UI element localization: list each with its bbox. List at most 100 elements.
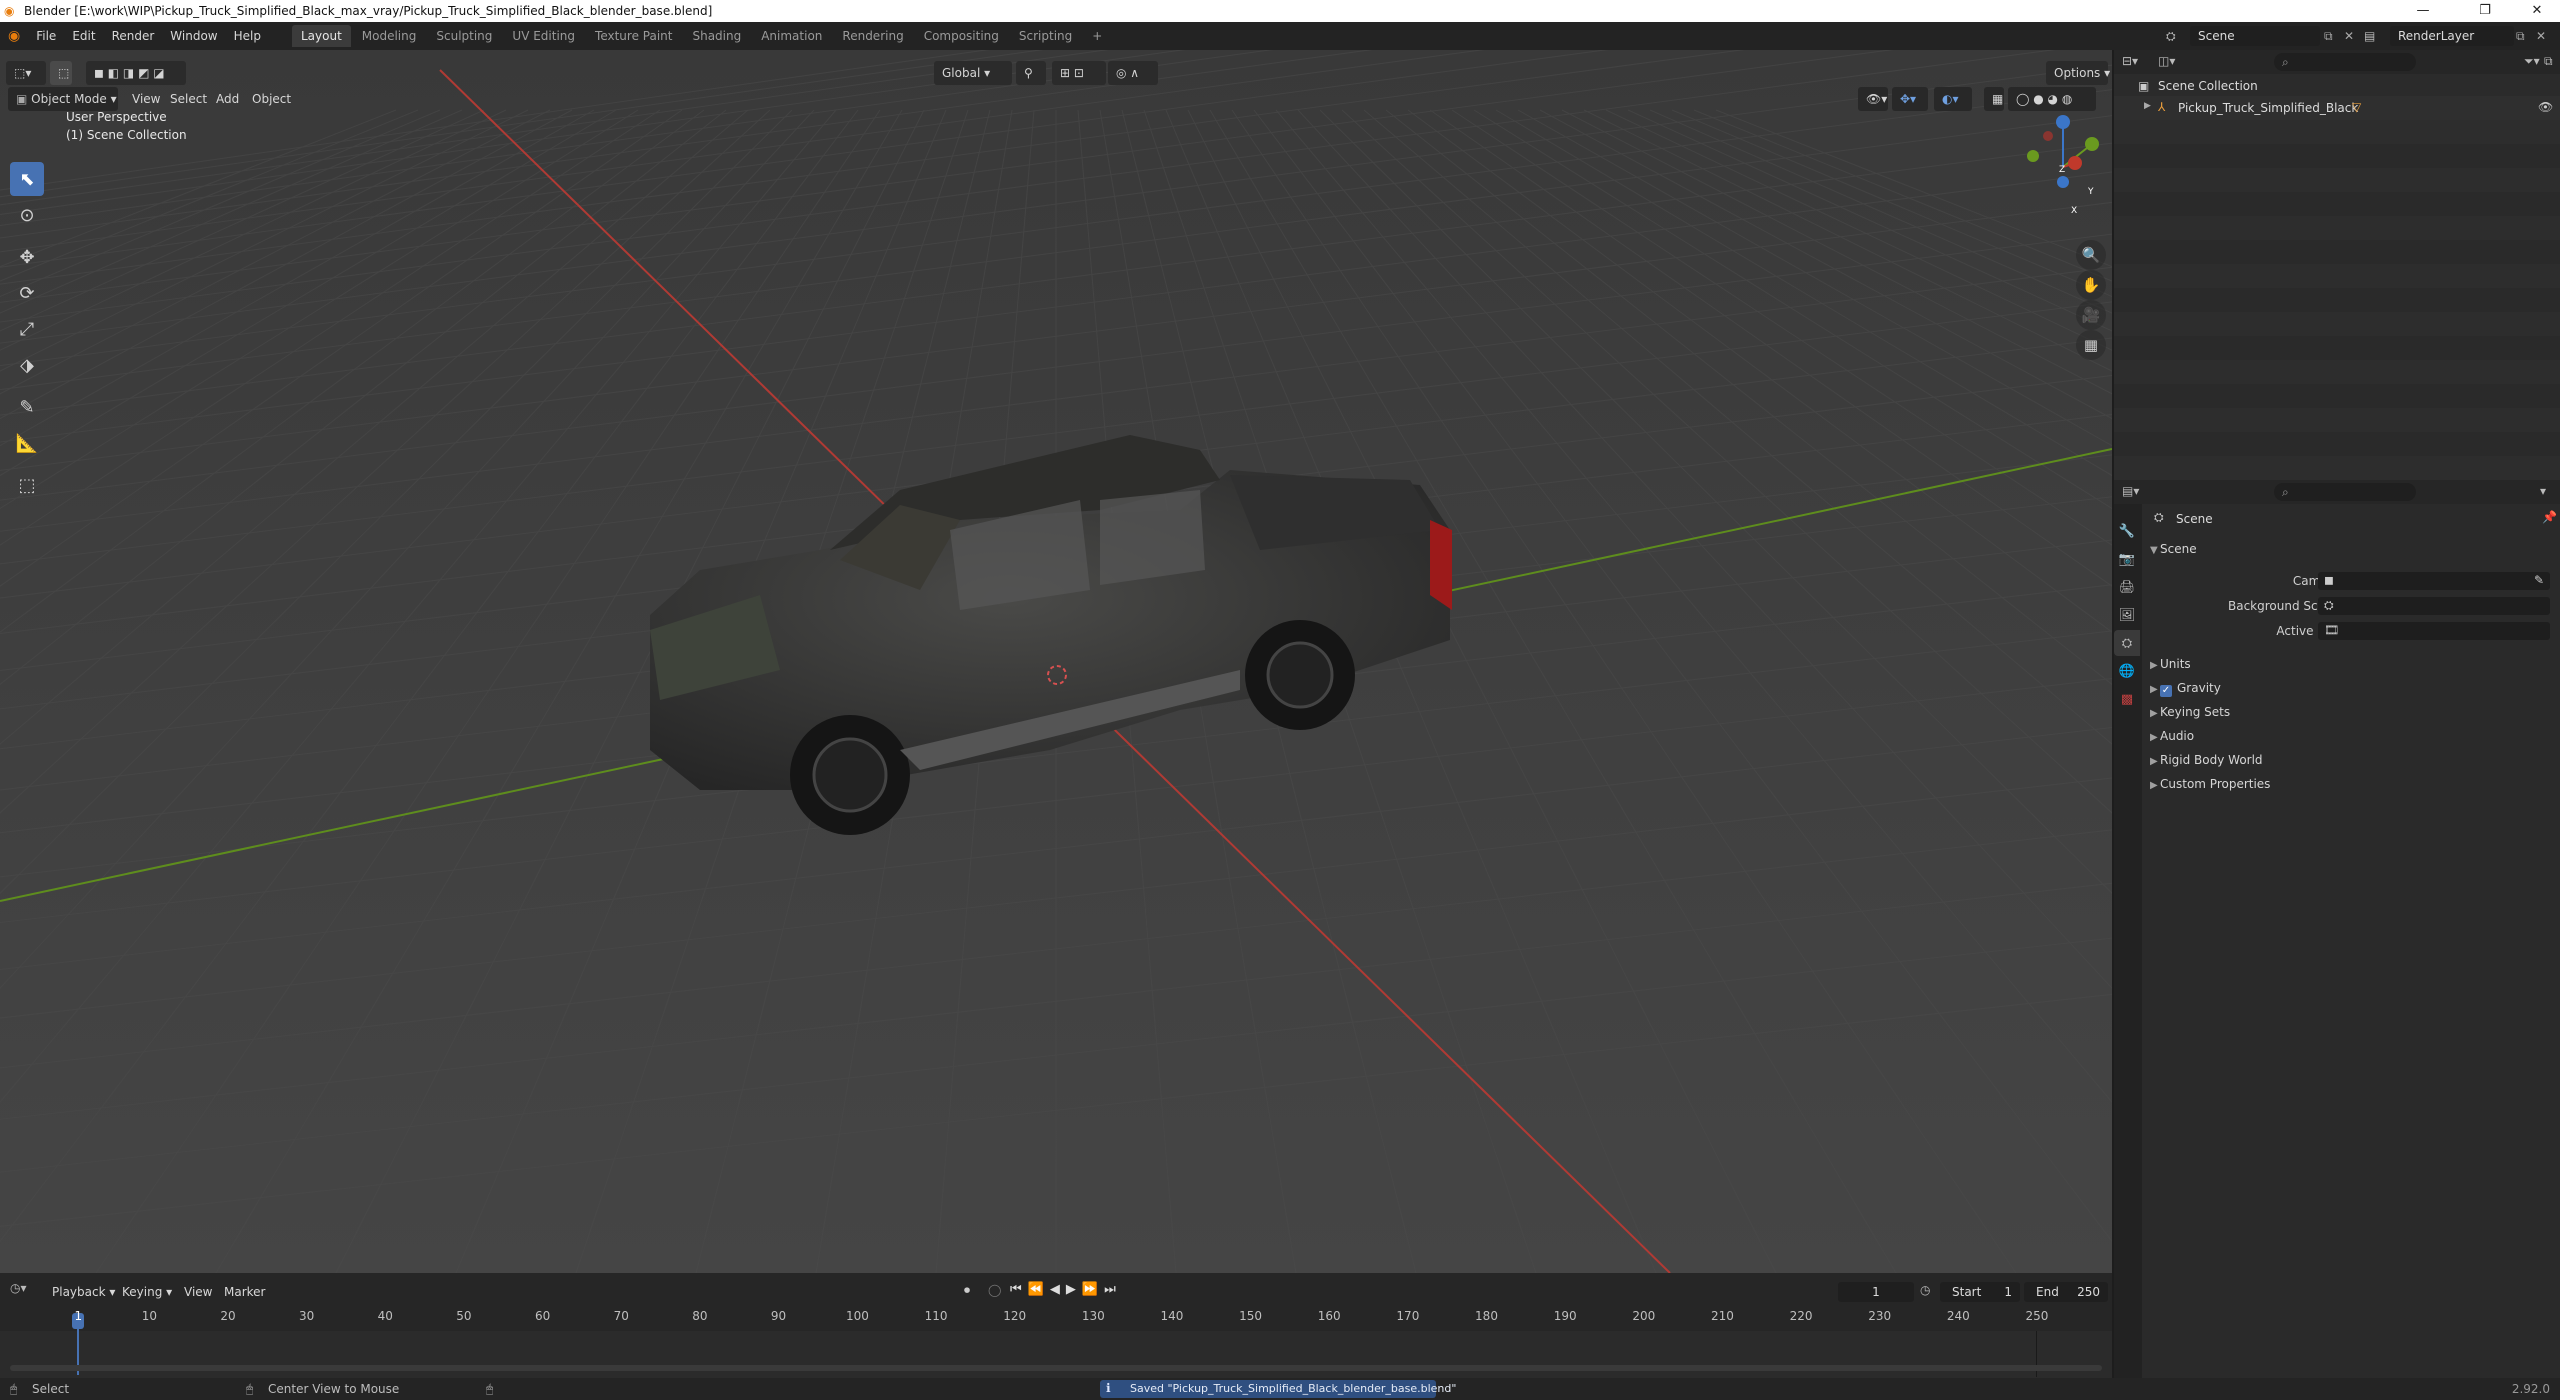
timeline-editor-type-icon[interactable]: ◷▾: [10, 1281, 27, 1295]
pan-hand-icon[interactable]: ✋: [2076, 270, 2106, 300]
tab-sculpting[interactable]: Sculpting: [427, 25, 501, 47]
playback-controls[interactable]: ⏮⏪◀▶⏩⏭: [1010, 1282, 1122, 1297]
start-frame-field[interactable]: Start 1: [1940, 1282, 2020, 1302]
custom-properties-panel-header[interactable]: ▶ Custom Properties: [2150, 777, 2270, 791]
timeline-menu-keying[interactable]: Keying ▾: [114, 1278, 180, 1306]
gravity-panel-header[interactable]: ▶ ✓ Gravity: [2150, 681, 2221, 697]
record-keyframe-icon[interactable]: ⏺: [964, 1283, 970, 1298]
timeline-scrollbar[interactable]: [10, 1365, 2102, 1371]
units-panel-header[interactable]: ▶ Units: [2150, 657, 2191, 671]
minimize-button[interactable]: —: [2400, 0, 2446, 22]
editor-type-icon[interactable]: ⬚▾: [6, 61, 46, 85]
outliner-search-input[interactable]: ⌕: [2274, 53, 2416, 71]
perspective-grid-icon[interactable]: ▦: [2076, 330, 2106, 360]
add-workspace-button[interactable]: +: [1083, 25, 1111, 47]
render-tab-icon[interactable]: 📷: [2114, 546, 2140, 572]
report-message[interactable]: ℹ Saved "Pickup_Truck_Simplified_Black_b…: [1100, 1380, 1456, 1398]
delete-scene-icon[interactable]: ✕: [2344, 26, 2362, 46]
tab-layout[interactable]: Layout: [291, 25, 351, 47]
visibility-eye-icon[interactable]: 👁: [2538, 100, 2553, 114]
tab-modeling[interactable]: Modeling: [353, 25, 426, 47]
move-tool-icon[interactable]: ✥: [10, 240, 44, 274]
menu-window[interactable]: Window: [162, 22, 225, 50]
timeline-menu-view[interactable]: View: [176, 1278, 220, 1306]
display-mode-icon[interactable]: ◫▾: [2158, 54, 2175, 68]
close-window-button[interactable]: ✕: [2514, 0, 2560, 22]
proportional-edit-icon[interactable]: ◎ ∧: [1108, 61, 1158, 85]
select-tool-icon[interactable]: ⬉: [10, 162, 44, 196]
scene-panel-header[interactable]: ▼ Scene: [2150, 542, 2197, 556]
menu-file[interactable]: File: [28, 22, 64, 50]
transform-orientation-dropdown[interactable]: Global ▾: [934, 61, 1012, 85]
view-layer-icon[interactable]: ▤: [2364, 25, 2386, 47]
properties-search-input[interactable]: ⌕: [2274, 483, 2416, 501]
gizmo-toggle-icon[interactable]: ✥▾: [1892, 87, 1928, 111]
tool-settings-tab-icon[interactable]: 🔧: [2114, 518, 2140, 544]
options-dropdown[interactable]: Options ▾: [2046, 61, 2110, 85]
tab-texture-paint[interactable]: Texture Paint: [586, 25, 681, 47]
cursor-tool-icon[interactable]: ⊙: [10, 198, 44, 232]
outliner-editor[interactable]: ⊟▾ ◫▾ ⌕ ⏷▾ ⧉ ▣ Scene Collection ▶ ⅄ Pick…: [2114, 50, 2560, 480]
menu-edit[interactable]: Edit: [64, 22, 103, 50]
keying-sets-panel-header[interactable]: ▶ Keying Sets: [2150, 705, 2230, 719]
scene-tab-icon[interactable]: ⛭: [2114, 630, 2140, 656]
tab-compositing[interactable]: Compositing: [915, 25, 1008, 47]
mode-dropdown[interactable]: ▣ Object Mode ▾: [8, 87, 118, 111]
preview-range-icon[interactable]: ◷: [1920, 1283, 1930, 1297]
outliner-row-object[interactable]: ▶ ⅄ Pickup_Truck_Simplified_Black ▽ 👁: [2114, 96, 2560, 120]
background-scene-field[interactable]: ⛭: [2318, 597, 2550, 615]
expand-arrow-icon[interactable]: ▶: [2144, 101, 2151, 111]
new-scene-icon[interactable]: ⧉: [2324, 26, 2342, 46]
view-layer-selector[interactable]: RenderLayer: [2390, 26, 2514, 46]
viewport-menu-object[interactable]: Object: [244, 81, 299, 117]
properties-options-icon[interactable]: ▾: [2540, 484, 2546, 498]
menu-help[interactable]: Help: [226, 22, 269, 50]
camera-field[interactable]: ◼ ✎: [2318, 572, 2550, 590]
rigid-body-world-panel-header[interactable]: ▶ Rigid Body World: [2150, 753, 2263, 767]
add-cube-tool-icon[interactable]: ⬚: [10, 468, 44, 502]
overlay-toggle-icon[interactable]: ◐▾: [1934, 87, 1972, 111]
blender-menu-icon[interactable]: ◉: [0, 22, 28, 50]
tab-shading[interactable]: Shading: [683, 25, 750, 47]
menu-render[interactable]: Render: [104, 22, 163, 50]
eyedropper-icon[interactable]: ✎: [2534, 573, 2544, 587]
timeline-menu-marker[interactable]: Marker: [216, 1278, 273, 1306]
delete-view-layer-icon[interactable]: ✕: [2536, 26, 2554, 46]
timeline-editor[interactable]: ◷▾ Playback ▾ Keying ▾ View Marker ⏺ ◯ ⏮…: [0, 1273, 2112, 1378]
pin-icon[interactable]: 📌: [2542, 510, 2557, 524]
shading-mode-icons[interactable]: ◯ ● ◕ ◍: [2008, 87, 2096, 111]
end-frame-field[interactable]: End 250: [2024, 1282, 2108, 1302]
xray-toggle-icon[interactable]: ▦: [1984, 87, 2004, 111]
tab-animation[interactable]: Animation: [752, 25, 831, 47]
rotate-tool-icon[interactable]: ⟳: [10, 276, 44, 310]
tab-scripting[interactable]: Scripting: [1010, 25, 1081, 47]
tab-uv-editing[interactable]: UV Editing: [503, 25, 584, 47]
measure-tool-icon[interactable]: 📐: [10, 426, 44, 460]
select-box-icon[interactable]: ⬚: [50, 61, 72, 85]
world-tab-icon[interactable]: 🌐: [2114, 658, 2140, 684]
properties-editor[interactable]: ▤▾ ⌕ ▾ 🔧 📷 🖨 🖼 ⛭ 🌐 ▩ ⛭ Scene 📌 ▼ Scene Ca…: [2114, 480, 2560, 1378]
scene-selector[interactable]: Scene: [2190, 26, 2320, 46]
auto-key-icon[interactable]: ◯: [988, 1283, 1001, 1297]
properties-editor-type-icon[interactable]: ▤▾: [2122, 484, 2139, 498]
timeline-menu-playback[interactable]: Playback ▾: [44, 1278, 123, 1306]
scene-browse-icon[interactable]: ⛭: [2166, 25, 2182, 47]
transform-tool-icon[interactable]: ⬗: [10, 348, 44, 382]
active-clip-field[interactable]: 🎞: [2318, 622, 2550, 640]
filter-icon[interactable]: ⏷▾: [2524, 54, 2540, 69]
outliner-row-scene-collection[interactable]: ▣ Scene Collection: [2114, 74, 2560, 98]
camera-view-icon[interactable]: 🎥: [2076, 300, 2106, 330]
viewport-menu-add[interactable]: Add: [208, 81, 247, 117]
current-frame-field[interactable]: 1: [1838, 1282, 1914, 1302]
tab-rendering[interactable]: Rendering: [833, 25, 912, 47]
audio-panel-header[interactable]: ▶ Audio: [2150, 729, 2194, 743]
scale-tool-icon[interactable]: ⤢: [10, 312, 44, 346]
output-tab-icon[interactable]: 🖨: [2114, 574, 2140, 600]
texture-tab-icon[interactable]: ▩: [2114, 686, 2140, 712]
snap-toggle-icon[interactable]: ⊞ ⊡: [1052, 61, 1106, 85]
annotate-tool-icon[interactable]: ✎: [10, 390, 44, 424]
view-layer-tab-icon[interactable]: 🖼: [2114, 602, 2140, 628]
visibility-icon[interactable]: 👁▾: [1858, 87, 1888, 111]
outliner-editor-type-icon[interactable]: ⊟▾: [2122, 54, 2138, 68]
restore-button[interactable]: ❐: [2462, 0, 2508, 22]
